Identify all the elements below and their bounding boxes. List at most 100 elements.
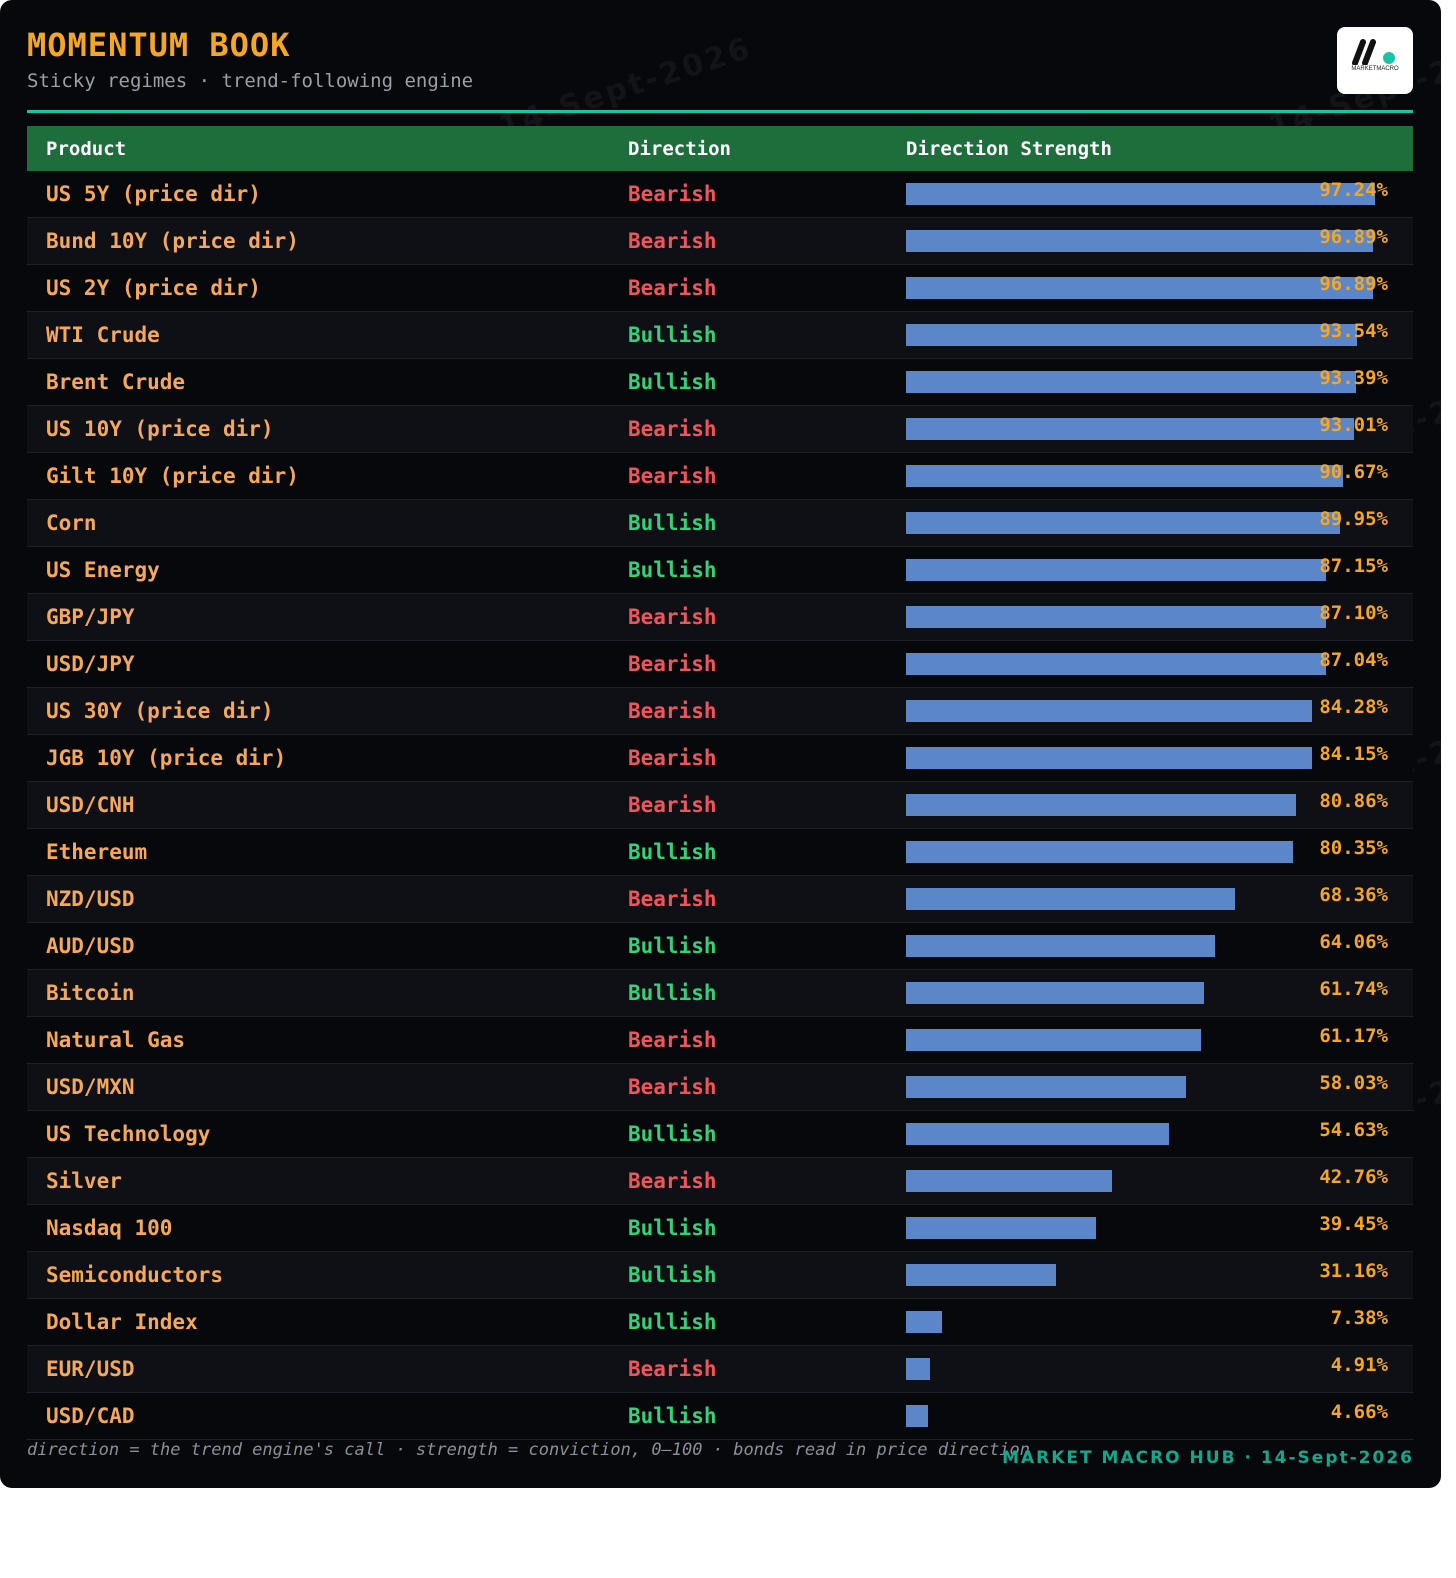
- product-cell: GBP/JPY: [46, 605, 135, 629]
- table-row[interactable]: US Energy Bullish 87.15%: [27, 546, 1413, 594]
- strength-bar: [906, 418, 1355, 440]
- direction-cell: Bullish: [628, 323, 717, 347]
- direction-cell: Bullish: [628, 840, 717, 864]
- page-title: MOMENTUM BOOK: [27, 26, 291, 64]
- strength-label: 54.63%: [1319, 1119, 1388, 1141]
- table-row[interactable]: Semiconductors Bullish 31.16%: [27, 1251, 1413, 1299]
- product-cell: USD/MXN: [46, 1075, 135, 1099]
- momentum-card: MARKET MACRO HUB · 14-Sept-2026MARKET MA…: [0, 0, 1441, 1488]
- product-cell: USD/JPY: [46, 652, 135, 676]
- strength-label: 39.45%: [1319, 1213, 1388, 1235]
- logo-wordmark: MARKETMACRO: [1351, 66, 1399, 72]
- column-header-product[interactable]: Product: [27, 126, 628, 171]
- table-row[interactable]: WTI Crude Bullish 93.54%: [27, 311, 1413, 359]
- table-row[interactable]: USD/MXN Bearish 58.03%: [27, 1063, 1413, 1111]
- table-row[interactable]: USD/CAD Bullish 4.66%: [27, 1392, 1413, 1440]
- strength-bar: [906, 1076, 1186, 1098]
- direction-cell: Bullish: [628, 1263, 717, 1287]
- strength-label: 89.95%: [1319, 508, 1388, 530]
- strength-label: 93.01%: [1319, 414, 1388, 436]
- table-row[interactable]: Dollar Index Bullish 7.38%: [27, 1298, 1413, 1346]
- direction-cell: Bearish: [628, 417, 717, 441]
- table-row[interactable]: Nasdaq 100 Bullish 39.45%: [27, 1204, 1413, 1252]
- direction-cell: Bearish: [628, 1357, 717, 1381]
- product-cell: AUD/USD: [46, 934, 135, 958]
- product-cell: Brent Crude: [46, 370, 186, 394]
- strength-label: 31.16%: [1319, 1260, 1388, 1282]
- direction-cell: Bearish: [628, 652, 717, 676]
- direction-cell: Bearish: [628, 1169, 717, 1193]
- brand-logo: MARKETMACRO: [1337, 27, 1413, 94]
- product-cell: Dollar Index: [46, 1310, 198, 1334]
- table-row[interactable]: US 5Y (price dir) Bearish 97.24%: [27, 171, 1413, 218]
- strength-label: 87.15%: [1319, 555, 1388, 577]
- direction-cell: Bullish: [628, 1216, 717, 1240]
- table-row[interactable]: Ethereum Bullish 80.35%: [27, 828, 1413, 876]
- direction-cell: Bearish: [628, 464, 717, 488]
- direction-cell: Bullish: [628, 981, 717, 1005]
- table-row[interactable]: US 30Y (price dir) Bearish 84.28%: [27, 687, 1413, 735]
- product-cell: Semiconductors: [46, 1263, 224, 1287]
- direction-cell: Bullish: [628, 511, 717, 535]
- product-cell: WTI Crude: [46, 323, 160, 347]
- strength-cell: 64.06%: [906, 923, 1413, 970]
- table-row[interactable]: GBP/JPY Bearish 87.10%: [27, 593, 1413, 641]
- table-row[interactable]: Gilt 10Y (price dir) Bearish 90.67%: [27, 452, 1413, 500]
- product-cell: US 5Y (price dir): [46, 182, 261, 206]
- table-header-row: Product Direction Direction Strength: [27, 126, 1413, 171]
- product-cell: US 10Y (price dir): [46, 417, 274, 441]
- table-row[interactable]: USD/JPY Bearish 87.04%: [27, 640, 1413, 688]
- strength-bar: [906, 324, 1357, 346]
- table-row[interactable]: US 2Y (price dir) Bearish 96.89%: [27, 264, 1413, 312]
- table-row[interactable]: Brent Crude Bullish 93.39%: [27, 358, 1413, 406]
- strength-label: 84.15%: [1319, 743, 1388, 765]
- table-row[interactable]: Corn Bullish 89.95%: [27, 499, 1413, 547]
- strength-label: 93.54%: [1319, 320, 1388, 342]
- strength-bar: [906, 559, 1327, 581]
- momentum-table-container: Product Direction Direction Strength US …: [27, 126, 1413, 1440]
- direction-cell: Bearish: [628, 1075, 717, 1099]
- table-row[interactable]: USD/CNH Bearish 80.86%: [27, 781, 1413, 829]
- strength-cell: 4.91%: [906, 1346, 1413, 1393]
- strength-bar: [906, 1264, 1057, 1286]
- strength-label: 7.38%: [1330, 1307, 1388, 1329]
- strength-label: 90.67%: [1319, 461, 1388, 483]
- strength-cell: 96.89%: [906, 218, 1413, 265]
- table-row[interactable]: JGB 10Y (price dir) Bearish 84.15%: [27, 734, 1413, 782]
- table-row[interactable]: EUR/USD Bearish 4.91%: [27, 1345, 1413, 1393]
- product-cell: Gilt 10Y (price dir): [46, 464, 299, 488]
- strength-bar: [906, 1170, 1113, 1192]
- product-cell: US Energy: [46, 558, 160, 582]
- strength-bar: [906, 465, 1344, 487]
- direction-cell: Bearish: [628, 887, 717, 911]
- table-row[interactable]: Natural Gas Bearish 61.17%: [27, 1016, 1413, 1064]
- strength-label: 58.03%: [1319, 1072, 1388, 1094]
- direction-cell: Bullish: [628, 1310, 717, 1334]
- product-cell: US 2Y (price dir): [46, 276, 261, 300]
- table-row[interactable]: Bund 10Y (price dir) Bearish 96.89%: [27, 217, 1413, 265]
- table-row[interactable]: NZD/USD Bearish 68.36%: [27, 875, 1413, 923]
- column-header-strength[interactable]: Direction Strength: [906, 126, 1413, 171]
- direction-cell: Bearish: [628, 182, 717, 206]
- strength-bar: [906, 512, 1340, 534]
- direction-cell: Bearish: [628, 229, 717, 253]
- product-cell: US Technology: [46, 1122, 211, 1146]
- table-row[interactable]: AUD/USD Bullish 64.06%: [27, 922, 1413, 970]
- table-row[interactable]: US Technology Bullish 54.63%: [27, 1110, 1413, 1158]
- strength-cell: 87.15%: [906, 547, 1413, 594]
- table-row[interactable]: Bitcoin Bullish 61.74%: [27, 969, 1413, 1017]
- strength-bar: [906, 230, 1373, 252]
- strength-bar: [906, 1405, 929, 1427]
- strength-cell: 42.76%: [906, 1158, 1413, 1205]
- product-cell: EUR/USD: [46, 1357, 135, 1381]
- momentum-table: Product Direction Direction Strength US …: [27, 126, 1413, 1440]
- strength-bar: [906, 1358, 930, 1380]
- table-row[interactable]: US 10Y (price dir) Bearish 93.01%: [27, 405, 1413, 453]
- strength-cell: 93.54%: [906, 312, 1413, 359]
- direction-cell: Bullish: [628, 558, 717, 582]
- strength-bar: [906, 1123, 1170, 1145]
- product-cell: USD/CNH: [46, 793, 135, 817]
- column-header-direction[interactable]: Direction: [628, 126, 906, 171]
- header-divider: [27, 110, 1413, 113]
- table-row[interactable]: Silver Bearish 42.76%: [27, 1157, 1413, 1205]
